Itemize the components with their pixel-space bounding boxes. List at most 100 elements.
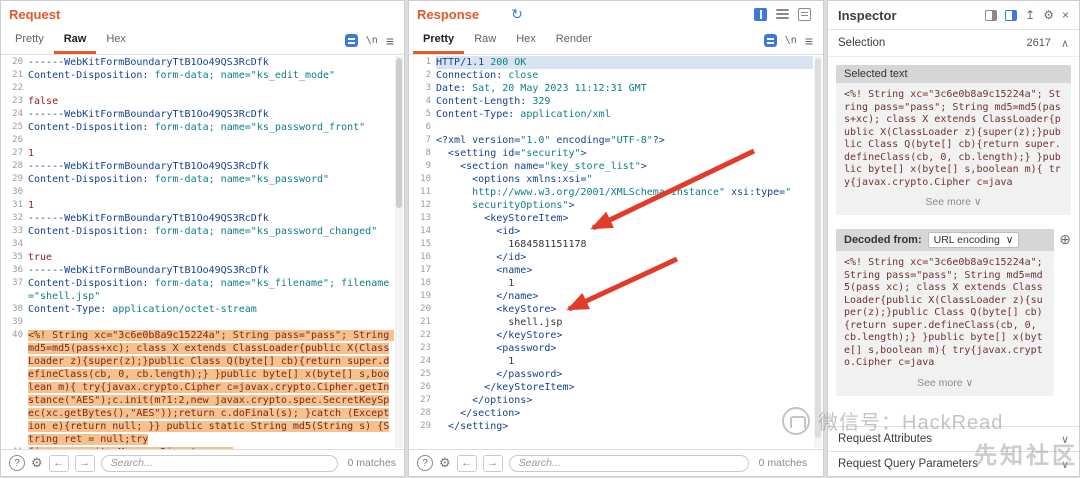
code-line: 11 http://www.w3.org/2001/XMLSchema-inst… [411, 186, 813, 199]
line-number: 5 [425, 109, 431, 119]
code-line: 33 Content-Disposition: form-data; name="… [3, 225, 394, 238]
see-more-button[interactable]: See more ∨ [836, 193, 1071, 215]
code-line: 27 1 [3, 147, 394, 160]
inspector-selection-row[interactable]: Selection 2617 ∧ [828, 30, 1079, 57]
code-line: 34 [3, 238, 394, 251]
response-editor-tools: \n ≡ [763, 27, 819, 54]
search-prev-button[interactable]: ← [48, 454, 69, 472]
layout-stacked-icon[interactable] [776, 9, 789, 19]
line-number: 29 [420, 421, 431, 431]
line-number: 33 [12, 226, 23, 236]
editor-menu-icon[interactable]: ≡ [386, 33, 394, 49]
line-number: 29 [12, 174, 23, 184]
code-line: 7 <?xml version="1.0" encoding="UTF-8"?> [411, 134, 813, 147]
tab-response-raw[interactable]: Raw [464, 27, 506, 54]
search-settings-gear-icon[interactable]: ⚙ [31, 455, 43, 471]
dock-right-icon[interactable] [1005, 9, 1018, 21]
code-line: 16 </id> [411, 251, 813, 264]
pretty-print-icon[interactable] [763, 34, 777, 47]
code-line: 18 1 [411, 277, 813, 290]
refresh-icon[interactable]: ↻ [511, 6, 523, 23]
tab-response-pretty[interactable]: Pretty [413, 27, 465, 54]
decoded-from-label: Decoded from: [844, 234, 922, 246]
line-number: 21 [12, 70, 23, 80]
search-next-button[interactable]: → [74, 454, 95, 472]
line-number: 23 [12, 96, 23, 106]
request-scrollbar[interactable] [395, 56, 403, 448]
inspector-header-icons: ↥ ⚙ × [985, 9, 1069, 21]
code-line: 21 shell.jsp [411, 316, 813, 329]
response-scrollbar[interactable] [814, 56, 822, 448]
tab-request-pretty[interactable]: Pretty [5, 27, 54, 54]
collapse-all-icon[interactable]: ↥ [1025, 9, 1035, 21]
add-decoding-icon[interactable]: ⊕ [1059, 231, 1071, 248]
code-line: 37 Content-Disposition: form-data; name="… [3, 277, 394, 303]
see-more-button[interactable]: See more ∨ [836, 374, 1054, 396]
line-number: 23 [420, 343, 431, 353]
layout-columns-icon[interactable] [754, 7, 767, 21]
editor-menu-icon[interactable]: ≡ [805, 33, 813, 49]
line-number: 10 [420, 174, 431, 184]
layout-combined-icon[interactable] [798, 7, 811, 21]
response-scrollbar-thumb[interactable] [815, 58, 821, 438]
line-number: 18 [420, 278, 431, 288]
line-number: 14 [420, 226, 431, 236]
line-number: 1 [425, 57, 431, 67]
line-number: 39 [12, 317, 23, 327]
chevron-up-icon[interactable]: ∧ [1061, 37, 1069, 50]
dock-left-icon[interactable] [985, 9, 998, 21]
search-settings-gear-icon[interactable]: ⚙ [439, 455, 451, 471]
help-icon[interactable]: ? [9, 455, 25, 471]
line-number: 31 [12, 200, 23, 210]
help-icon[interactable]: ? [417, 455, 433, 471]
tab-request-raw[interactable]: Raw [53, 27, 97, 54]
tab-request-hex[interactable]: Hex [96, 27, 136, 54]
newline-toggle-icon[interactable]: \n [785, 35, 797, 46]
request-title: Request [9, 6, 61, 22]
pretty-print-icon[interactable] [344, 34, 358, 47]
settings-gear-icon[interactable]: ⚙ [1043, 9, 1054, 21]
close-icon[interactable]: × [1062, 9, 1069, 21]
inspector-header: Inspector ↥ ⚙ × [828, 1, 1079, 30]
section-label: Request Attributes [838, 433, 932, 445]
tab-response-hex[interactable]: Hex [506, 27, 546, 54]
code-line: 26 [3, 134, 394, 147]
inspector-section-request-query-parameters[interactable]: Request Query Parameters ∨ [828, 451, 1079, 476]
inspector-section-request-attributes[interactable]: Request Attributes ∨ [828, 426, 1079, 451]
line-number: 20 [12, 57, 23, 67]
tab-response-render[interactable]: Render [546, 27, 602, 54]
request-editor[interactable]: 20 ------WebKitFormBoundaryTtB1Oo49QS3RcD… [1, 55, 394, 449]
line-number: 17 [420, 265, 431, 275]
code-line: 32 ------WebKitFormBoundaryTtB1Oo49QS3RcD… [3, 212, 394, 225]
code-line: 24 ------WebKitFormBoundaryTtB1Oo49QS3RcD… [3, 108, 394, 121]
decoding-dropdown[interactable]: URL encoding ∨ [927, 232, 1020, 248]
line-number: 22 [12, 83, 23, 93]
search-prev-button[interactable]: ← [456, 454, 477, 472]
code-line: 20 ------WebKitFormBoundaryTtB1Oo49QS3RcD… [3, 56, 394, 69]
line-number: 16 [420, 252, 431, 262]
code-line: 21 Content-Disposition: form-data; name="… [3, 69, 394, 82]
code-line: 1 HTTP/1.1 200 OK [411, 56, 813, 69]
newline-toggle-icon[interactable]: \n [366, 35, 378, 46]
line-number: 32 [12, 213, 23, 223]
request-header: Request [1, 1, 404, 27]
code-line: 19 </name> [411, 290, 813, 303]
line-number: 19 [420, 291, 431, 301]
chevron-down-icon: ∨ [965, 376, 974, 389]
line-number: 3 [425, 83, 431, 93]
line-number: 4 [425, 96, 431, 106]
code-line: 14 <id> [411, 225, 813, 238]
decoded-section: Decoded from: URL encoding ∨ <%! String … [836, 229, 1055, 396]
inspector-title: Inspector [838, 7, 897, 23]
line-number: 40 [12, 330, 23, 340]
line-number: 38 [12, 304, 23, 314]
request-scrollbar-thumb[interactable] [396, 58, 402, 208]
chevron-down-icon: ∨ [1060, 433, 1069, 446]
response-header: Response ↻ [409, 1, 823, 27]
request-search-input[interactable] [100, 454, 338, 472]
code-line: 25 Content-Disposition: form-data; name="… [3, 121, 394, 134]
code-line: 9 <section name="key_store_list"> [411, 160, 813, 173]
response-search-input[interactable] [508, 454, 749, 472]
search-next-button[interactable]: → [482, 454, 503, 472]
response-editor[interactable]: 1 HTTP/1.1 200 OK 2 Connection: close 3 Date:… [409, 55, 813, 449]
